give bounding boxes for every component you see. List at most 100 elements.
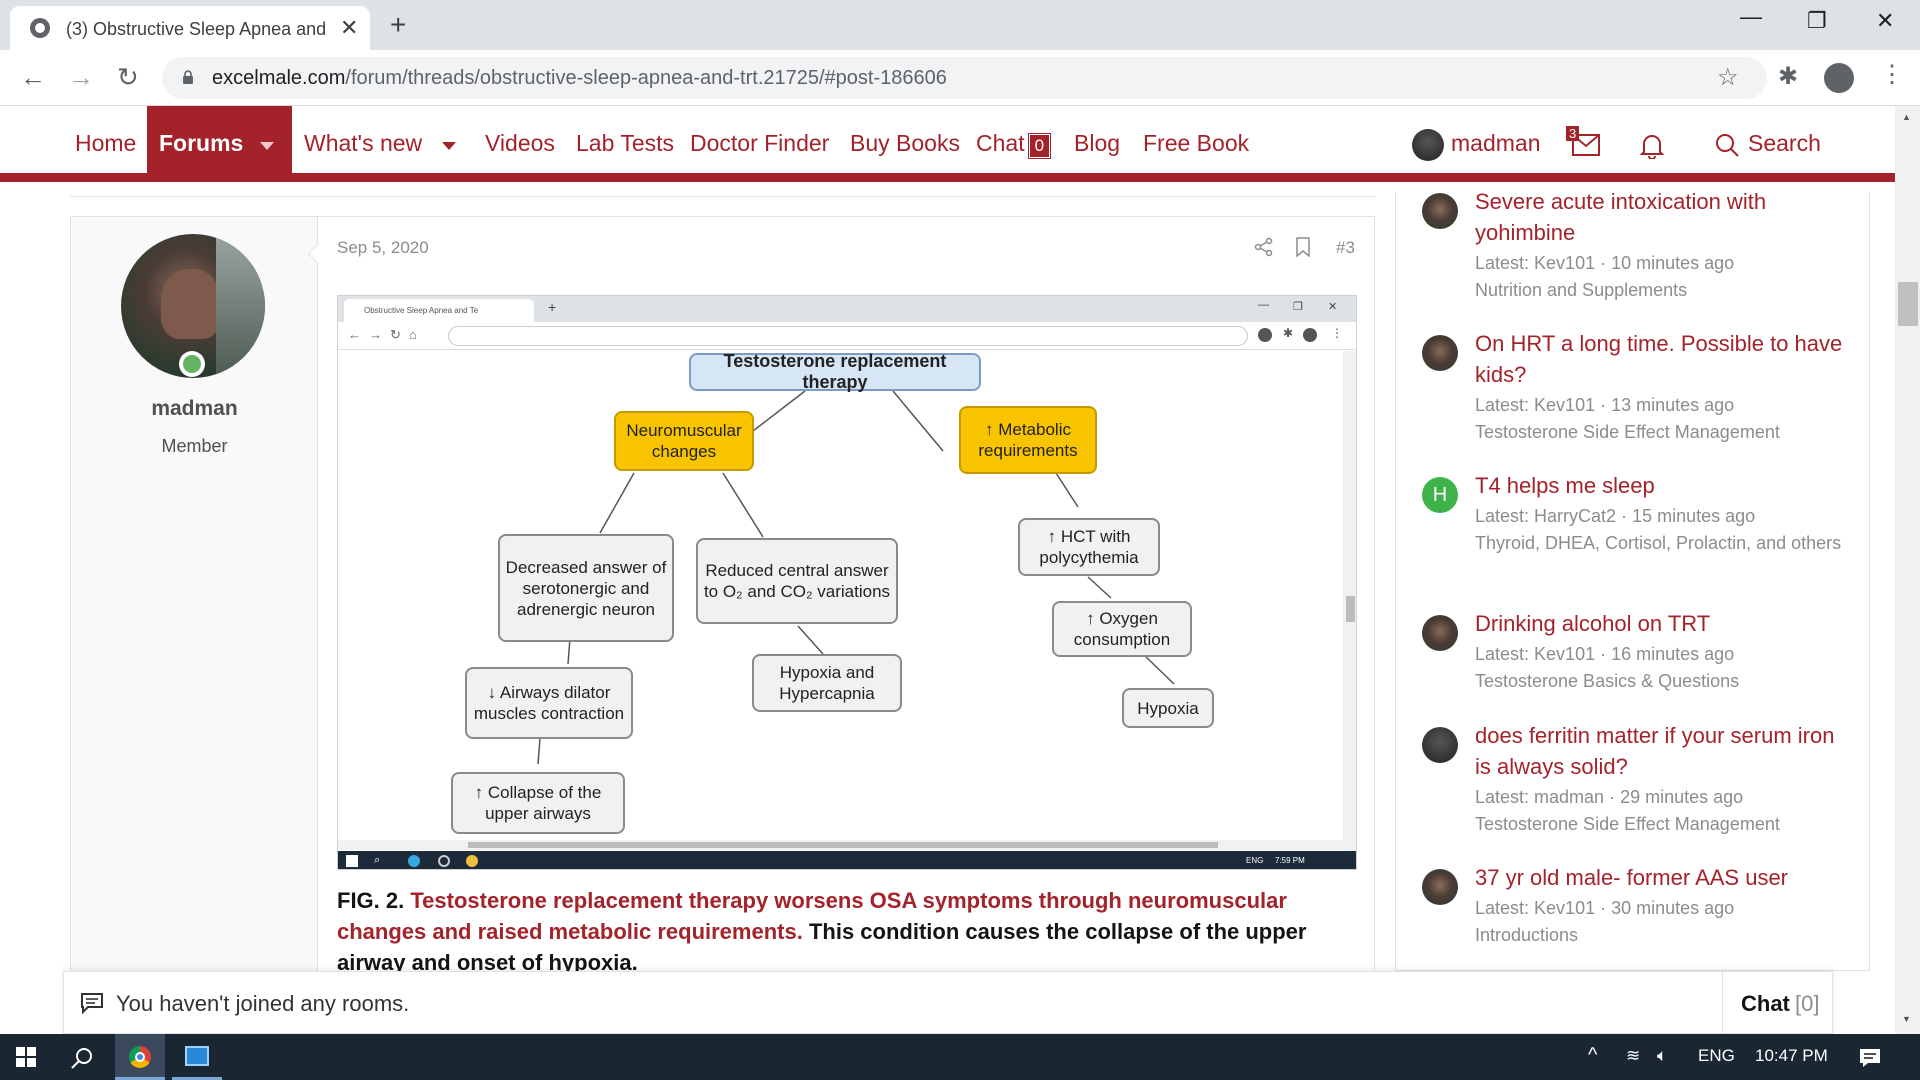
close-tab-icon[interactable]: ✕ (340, 15, 358, 41)
online-status-icon (179, 351, 205, 377)
search-icon[interactable] (1715, 133, 1739, 157)
embedded-tab: Obstructive Sleep Apnea and Te (344, 299, 534, 322)
thread-title[interactable]: T4 helps me sleep (1475, 470, 1855, 501)
network-icon[interactable]: ≋ (1626, 1046, 1640, 1066)
windows-start-icon[interactable] (16, 1047, 36, 1067)
thread-forum[interactable]: Testosterone Basics & Questions (1475, 668, 1865, 695)
thread-forum[interactable]: Testosterone Side Effect Management (1475, 419, 1865, 446)
profile-icon[interactable] (1824, 63, 1854, 93)
browser-tab-strip: (3) Obstructive Sleep Apnea and ✕ + — ❐ … (0, 0, 1920, 50)
windows-taskbar: ^ ≋ 🔈︎ ENG 10:47 PM (0, 1034, 1920, 1080)
thread-forum[interactable]: Introductions (1475, 922, 1865, 949)
scroll-up-icon[interactable]: ▲ (1902, 112, 1911, 122)
nav-search[interactable]: Search (1748, 130, 1821, 157)
thread-forum[interactable]: Testosterone Side Effect Management (1475, 811, 1865, 838)
chevron-up-icon[interactable]: ^ (1588, 1044, 1597, 1067)
avatar[interactable] (1422, 727, 1458, 763)
nav-blog[interactable]: Blog (1074, 130, 1120, 157)
chrome-icon (466, 855, 478, 867)
new-tab-button[interactable]: + (390, 9, 406, 41)
nav-doctor-finder[interactable]: Doctor Finder (690, 130, 829, 157)
forward-icon[interactable]: → (68, 62, 94, 93)
close-icon: ✕ (1328, 301, 1338, 313)
lock-icon (183, 70, 193, 84)
nav-home[interactable]: Home (75, 130, 136, 157)
avatar[interactable] (1422, 615, 1458, 651)
taskbar-chrome[interactable] (115, 1034, 165, 1080)
close-window-icon[interactable]: ✕ (1876, 8, 1894, 34)
nav-videos[interactable]: Videos (485, 130, 555, 157)
avatar[interactable] (1422, 335, 1458, 371)
nav-lab-tests[interactable]: Lab Tests (576, 130, 674, 157)
post-number[interactable]: #3 (1336, 238, 1355, 258)
thread-latest[interactable]: Latest: madman · 29 minutes ago (1475, 784, 1865, 811)
reload-icon[interactable]: ↻ (117, 62, 139, 93)
profile-icon (1258, 328, 1272, 342)
avatar[interactable] (1422, 193, 1458, 229)
chevron-down-icon[interactable] (260, 142, 274, 150)
address-bar[interactable]: excelmale.com/forum/threads/obstructive-… (162, 57, 1767, 99)
figure-node-hypoxia-hypercapnia: Hypoxia and Hypercapnia (752, 654, 902, 712)
page-scrollbar-thumb[interactable] (1898, 282, 1918, 326)
figure-node-oxygen: ↑ Oxygen consumption (1052, 601, 1192, 657)
embedded-taskbar: ⌕ ENG 7:59 PM (338, 851, 1356, 869)
thread-title[interactable]: Drinking alcohol on TRT (1475, 608, 1855, 639)
taskbar-clock[interactable]: 10:47 PM (1755, 1046, 1828, 1066)
volume-icon[interactable]: 🔈︎ (1657, 1046, 1667, 1066)
thread-latest[interactable]: Latest: Kev101 · 16 minutes ago (1475, 641, 1865, 668)
share-icon[interactable] (1254, 237, 1274, 257)
embedded-scrollbar (1343, 351, 1356, 851)
caption-prefix: FIG. 2. (337, 888, 405, 913)
nav-forums[interactable]: Forums (147, 106, 292, 182)
figure-node-collapse: ↑ Collapse of the upper airways (451, 772, 625, 834)
taskbar-app[interactable] (172, 1034, 222, 1080)
menu-icon[interactable]: ⋮ (1880, 60, 1904, 89)
restore-icon[interactable]: ❐ (1807, 8, 1827, 34)
thread-title[interactable]: does ferritin matter if your serum iron … (1475, 720, 1855, 782)
avatar[interactable] (1422, 869, 1458, 905)
post-date[interactable]: Sep 5, 2020 (337, 238, 429, 258)
menu-icon: ⋮ (1331, 326, 1343, 340)
back-icon[interactable]: ← (20, 62, 46, 93)
nav-username[interactable]: madman (1451, 130, 1540, 157)
page-scrollbar[interactable]: ▲ ▼ (1895, 106, 1920, 1034)
figure-caption: FIG. 2. Testosterone replacement therapy… (337, 885, 1337, 978)
nav-whats-new[interactable]: What's new (304, 130, 422, 157)
avatar[interactable]: H (1422, 477, 1458, 513)
search-icon[interactable] (70, 1046, 94, 1070)
figure-node-metabolic: ↑ Metabolic requirements (959, 406, 1097, 474)
account-icon (1303, 328, 1317, 342)
nav-free-book[interactable]: Free Book (1143, 130, 1249, 157)
bell-icon[interactable] (1640, 133, 1664, 159)
thread-latest[interactable]: Latest: Kev101 · 30 minutes ago (1475, 895, 1865, 922)
thread-title[interactable]: On HRT a long time. Possible to have kid… (1475, 328, 1855, 390)
thread-latest[interactable]: Latest: HarryCat2 · 15 minutes ago (1475, 503, 1865, 530)
nav-chat[interactable]: Chat 0 (976, 130, 1052, 159)
notifications-icon[interactable] (1858, 1047, 1882, 1069)
embedded-toolbar: ←→↻⌂ ✱ ⋮ (338, 322, 1356, 350)
taskbar-language[interactable]: ENG (1698, 1046, 1735, 1066)
plus-icon: + (548, 299, 557, 315)
thread-forum[interactable]: Thyroid, DHEA, Cortisol, Prolactin, and … (1475, 530, 1865, 557)
media-app-icon (185, 1046, 209, 1066)
bookmark-icon[interactable] (1295, 237, 1311, 257)
nav-buy-books[interactable]: Buy Books (850, 130, 960, 157)
avatar[interactable] (1412, 129, 1444, 161)
post-image[interactable]: Obstructive Sleep Apnea and Te + — ❐ ✕ ←… (337, 295, 1357, 870)
figure-node-root: Testosterone replacement therapy (689, 351, 981, 392)
chat-status-message: You haven't joined any rooms. (116, 991, 410, 1016)
post-author[interactable]: madman (71, 397, 318, 421)
minimize-icon[interactable]: — (1740, 4, 1762, 30)
extensions-icon[interactable]: ✱ (1778, 62, 1798, 91)
figure-node-neuromuscular: Neuromuscular changes (614, 411, 754, 471)
chat-toggle-button[interactable]: Chat [0] (1722, 972, 1834, 1033)
thread-title[interactable]: 37 yr old male- former AAS user (1475, 862, 1855, 893)
chevron-down-icon[interactable] (442, 142, 456, 150)
browser-tab[interactable]: (3) Obstructive Sleep Apnea and ✕ (10, 6, 370, 50)
scroll-down-icon[interactable]: ▼ (1902, 1014, 1911, 1024)
star-icon[interactable]: ☆ (1717, 63, 1739, 92)
thread-latest[interactable]: Latest: Kev101 · 13 minutes ago (1475, 392, 1865, 419)
thread-forum[interactable]: Nutrition and Supplements (1475, 277, 1865, 304)
thread-title[interactable]: Severe acute intoxication with yohimbine (1475, 186, 1855, 248)
thread-latest[interactable]: Latest: Kev101 · 10 minutes ago (1475, 250, 1865, 277)
